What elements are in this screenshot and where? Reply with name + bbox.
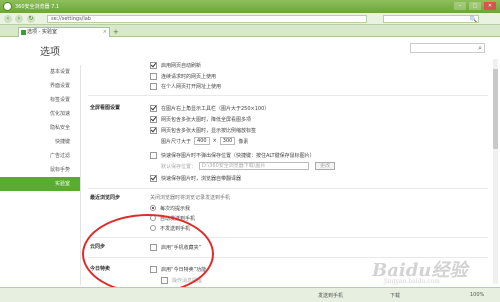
navigation-toolbar: ‹ › ↻ se://settings/lab 🔍 <box>0 13 500 25</box>
section-label-image-viewer: 全屏看图设置 <box>90 105 121 111</box>
maximize-button[interactable]: □ <box>469 2 481 10</box>
address-bar[interactable]: se://settings/lab <box>47 15 367 23</box>
zoom-level[interactable]: 100% <box>470 292 484 298</box>
browser-logo-icon <box>3 2 12 11</box>
sidebar-item-basic[interactable]: 基本设置 <box>0 65 80 79</box>
image-size-row: 图片尺寸大于 400 × 300 像素 <box>161 137 249 145</box>
radio[interactable] <box>150 205 156 211</box>
sync-description: 关闭浏览器时将浏览记录发送到手机 <box>150 195 231 201</box>
baidu-watermark: Baidu经验 jingyan.baidu.com <box>372 260 468 285</box>
vertical-scrollbar[interactable] <box>493 59 498 284</box>
sidebar-item-interface[interactable]: 界面设置 <box>0 79 80 93</box>
divider <box>88 95 488 96</box>
scrollbar-thumb[interactable] <box>493 69 498 149</box>
setting-row-notify[interactable]: 操作消息提醒 <box>161 276 202 284</box>
search-icon[interactable]: 🔍 <box>470 16 477 23</box>
setting-row[interactable]: 快速保存图片时，浏览器自带翻译器 <box>150 174 241 182</box>
setting-row[interactable]: 连续请求时的网页上使用 <box>150 72 216 80</box>
setting-row[interactable]: 在图片右上角显示工具栏（图片大于250×100） <box>150 104 269 112</box>
checkbox[interactable] <box>150 126 157 134</box>
back-button[interactable]: ‹ <box>4 15 12 23</box>
window-title: 360安全浏览器 7.1 <box>15 4 60 10</box>
settings-tab-icon <box>21 30 26 35</box>
sidebar-item-privacy[interactable]: 隐私安全 <box>0 121 80 135</box>
setting-row[interactable]: 启用网页自动刷新 <box>150 61 201 69</box>
checkbox[interactable] <box>150 72 157 80</box>
radio[interactable] <box>150 215 156 221</box>
search-icon: ⌕ <box>478 44 482 52</box>
new-tab-button[interactable]: + <box>113 28 119 36</box>
setting-row[interactable]: 快速保存图片时不弹出保存位置（快捷键：按住ALT键保存鼠标图片） <box>150 151 315 159</box>
download-button[interactable]: 下载 <box>390 292 400 299</box>
divider <box>88 237 488 238</box>
save-path-row: 默认保存位置： D:\360安全浏览器下载\图片 更改 <box>161 162 336 170</box>
sidebar-item-adblock[interactable]: 广告过滤 <box>0 149 80 163</box>
divider <box>88 188 488 189</box>
section-label-sync: 最近浏览同步 <box>90 195 121 201</box>
web-search-input[interactable]: 🔍 <box>383 15 479 23</box>
tab-bar: 选项 - 实验室 × + <box>0 25 500 37</box>
tab-label: 选项 - 实验室 <box>27 29 57 35</box>
checkbox[interactable] <box>150 82 157 90</box>
checkbox[interactable] <box>150 151 157 159</box>
setting-row[interactable]: 启用“手机收藏夹” <box>150 243 201 251</box>
sidebar-item-optimize[interactable]: 优化加速 <box>0 107 80 121</box>
setting-row[interactable]: 网页包含多张大图时，显示按比例缩放标签 <box>150 126 256 134</box>
settings-sidebar: 基本设置 界面设置 标签设置 优化加速 隐私安全 快捷键 广告过滤 鼠标手势 实… <box>0 65 80 191</box>
radio-option[interactable]: 每次均提示我 <box>150 204 190 212</box>
checkbox[interactable] <box>150 104 157 112</box>
section-label-cloud: 云同步 <box>90 244 106 250</box>
sidebar-item-shortcuts[interactable]: 快捷键 <box>0 135 80 149</box>
settings-page: 选项 ⌕ 基本设置 界面设置 标签设置 优化加速 隐私安全 快捷键 广告过滤 鼠… <box>0 37 500 287</box>
sidebar-item-tabs[interactable]: 标签设置 <box>0 93 80 107</box>
sidebar-divider <box>80 65 81 285</box>
checkbox[interactable] <box>150 61 157 69</box>
radio[interactable] <box>150 225 156 231</box>
width-input[interactable]: 400 <box>194 137 210 145</box>
save-path-input[interactable]: D:\360安全浏览器下载\图片 <box>199 162 310 170</box>
close-window-button[interactable]: ✕ <box>484 2 496 10</box>
setting-row[interactable]: 在个人网页打开网址上使用 <box>150 82 221 90</box>
section-label-today: 今日特卖 <box>90 266 111 272</box>
checkbox[interactable] <box>150 265 157 273</box>
checkbox[interactable] <box>161 276 168 284</box>
radio-option[interactable]: 自动发送到手机 <box>150 214 195 222</box>
checkbox[interactable] <box>150 174 157 182</box>
height-input[interactable]: 300 <box>219 137 236 145</box>
radio-option[interactable]: 不发送到手机 <box>150 224 190 232</box>
settings-search-input[interactable]: ⌕ <box>410 43 485 53</box>
tab-options-lab[interactable]: 选项 - 实验室 × <box>18 27 110 37</box>
setting-row[interactable]: 网页包含多张大图时，降低全屏看图多项 <box>150 115 251 123</box>
refresh-button[interactable]: ↻ <box>27 15 35 23</box>
status-bar: 发送到手机 下载 100% <box>0 287 500 302</box>
forward-button[interactable]: › <box>15 15 23 23</box>
checkbox[interactable] <box>150 243 157 251</box>
checkbox[interactable] <box>150 115 157 123</box>
sidebar-item-lab[interactable]: 实验室 <box>0 177 80 191</box>
tab-close-icon[interactable]: × <box>103 28 107 37</box>
browse-button[interactable]: 更改 <box>315 162 336 170</box>
sidebar-item-gestures[interactable]: 鼠标手势 <box>0 163 80 177</box>
title-bar: 360安全浏览器 7.1 – □ ✕ <box>0 0 500 13</box>
send-to-phone-button[interactable]: 发送到手机 <box>318 292 343 299</box>
minimize-button[interactable]: – <box>454 2 466 10</box>
setting-row-today-deals[interactable]: 启用“今日特卖”功能 <box>150 265 206 273</box>
page-title: 选项 <box>40 47 60 58</box>
